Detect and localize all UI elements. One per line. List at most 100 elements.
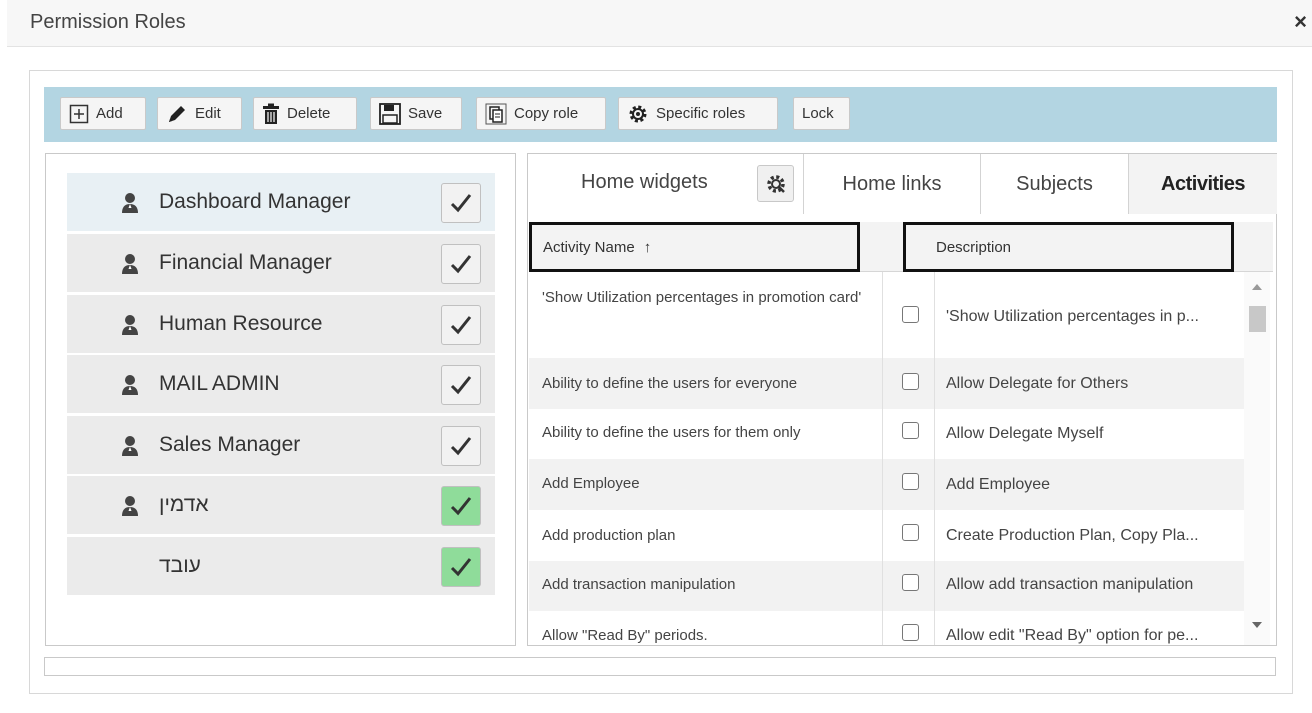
role-name: Financial Manager: [159, 251, 332, 274]
activities-grid: Activity Name ↑ Description 'Show Utiliz…: [529, 222, 1273, 645]
activity-checkbox[interactable]: [902, 574, 919, 591]
user-icon: [122, 315, 138, 335]
role-name: Dashboard Manager: [159, 190, 351, 213]
user-icon: [122, 375, 138, 395]
lock-button[interactable]: Lock: [793, 97, 850, 130]
user-icon: [122, 254, 138, 274]
role-item[interactable]: אדמין: [67, 476, 495, 534]
toolbar: Add Edit Delete Save Copy role Specific …: [44, 87, 1277, 142]
checkmark-icon: [450, 497, 472, 516]
tab-home-links[interactable]: Home links: [804, 154, 981, 214]
role-item[interactable]: Dashboard Manager: [67, 173, 495, 231]
role-checkbox[interactable]: [441, 547, 481, 587]
edit-button[interactable]: Edit: [157, 97, 242, 130]
table-row[interactable]: Ability to define the users for them onl…: [529, 409, 1244, 459]
copy-icon: [485, 103, 507, 124]
table-row[interactable]: Add production plan Create Production Pl…: [529, 510, 1244, 561]
table-row[interactable]: Ability to define the users for everyone…: [529, 358, 1244, 409]
role-item[interactable]: Financial Manager: [67, 234, 495, 292]
user-icon: [122, 193, 138, 213]
grid-header: Activity Name ↑ Description: [529, 222, 1273, 272]
role-item[interactable]: עובד: [67, 537, 495, 595]
checkmark-icon: [450, 558, 472, 577]
checkmark-icon: [450, 255, 472, 274]
description-cell: Allow Delegate for Others: [946, 375, 1129, 392]
table-row[interactable]: Add Employee Add Employee: [529, 459, 1244, 510]
copy-role-button-label: Copy role: [514, 105, 579, 122]
description-cell: Allow Delegate Myself: [946, 425, 1104, 442]
role-item[interactable]: Human Resource: [67, 295, 495, 353]
activity-name-cell: Ability to define the users for them onl…: [542, 424, 801, 441]
role-checkbox[interactable]: [441, 305, 481, 345]
role-checkbox[interactable]: [441, 244, 481, 284]
column-header-label: Description: [936, 238, 1012, 256]
activity-checkbox[interactable]: [902, 624, 919, 641]
activity-name-cell: Add Employee: [542, 475, 640, 492]
tab-home-widgets[interactable]: Home widgets: [528, 154, 804, 214]
description-cell: 'Show Utilization percentages in p...: [946, 308, 1199, 325]
dialog-title: Permission Roles: [30, 11, 186, 33]
specific-roles-button-label: Specific roles: [656, 105, 746, 122]
gear-icon: [629, 105, 647, 122]
dialog-titlebar: Permission Roles ×: [7, 0, 1312, 47]
checkmark-icon: [450, 376, 472, 395]
activity-name-cell: 'Show Utilization percentages in promoti…: [542, 289, 862, 306]
activity-name-cell: Ability to define the users for everyone: [542, 375, 798, 392]
table-row[interactable]: Add transaction manipulation Allow add t…: [529, 561, 1244, 611]
activity-checkbox[interactable]: [902, 306, 919, 323]
save-button-label: Save: [408, 105, 443, 122]
activity-name-cell: Add production plan: [542, 527, 676, 544]
tab-activities-label: Activities: [1161, 172, 1245, 195]
grid-scrollbar[interactable]: [1244, 272, 1270, 645]
tab-home-links-label: Home links: [842, 172, 942, 195]
column-divider: [934, 272, 935, 645]
role-checkbox[interactable]: [441, 365, 481, 405]
delete-button[interactable]: Delete: [253, 97, 357, 130]
tab-subjects[interactable]: Subjects: [981, 154, 1129, 214]
table-row[interactable]: 'Show Utilization percentages in promoti…: [529, 272, 1244, 358]
column-header-description[interactable]: Description: [903, 222, 1234, 272]
lock-button-label: Lock: [802, 105, 834, 122]
widgets-settings-button[interactable]: [757, 165, 794, 202]
close-button[interactable]: ×: [1294, 9, 1307, 35]
delete-button-label: Delete: [287, 105, 331, 122]
scroll-up-icon[interactable]: [1252, 284, 1262, 290]
user-icon: [122, 496, 138, 516]
role-list: Dashboard Manager Financial Manager Huma…: [45, 153, 516, 646]
add-button-label: Add: [96, 105, 123, 122]
scroll-down-icon[interactable]: [1252, 622, 1262, 628]
specific-roles-button[interactable]: Specific roles: [618, 97, 778, 130]
role-item[interactable]: Sales Manager: [67, 416, 495, 474]
role-checkbox[interactable]: [441, 486, 481, 526]
role-name: MAIL ADMIN: [159, 372, 280, 395]
role-item[interactable]: MAIL ADMIN: [67, 355, 495, 413]
activity-name-cell: Allow "Read By" periods.: [542, 627, 708, 644]
checkmark-icon: [450, 316, 472, 335]
tab-home-widgets-label: Home widgets: [581, 171, 708, 193]
floppy-disk-icon: [379, 102, 401, 125]
status-bar: [44, 657, 1276, 676]
column-header-activity-name[interactable]: Activity Name ↑: [529, 222, 860, 272]
role-checkbox[interactable]: [441, 183, 481, 223]
role-name: אדמין: [159, 493, 209, 516]
save-button[interactable]: Save: [370, 97, 462, 130]
activity-checkbox[interactable]: [902, 373, 919, 390]
role-name: Human Resource: [159, 312, 323, 335]
tab-activities[interactable]: Activities: [1129, 154, 1277, 214]
activity-checkbox[interactable]: [902, 422, 919, 439]
tab-subjects-label: Subjects: [1016, 172, 1093, 195]
activity-checkbox[interactable]: [902, 473, 919, 490]
description-cell: Allow add transaction manipulation: [946, 576, 1194, 593]
role-name: עובד: [159, 554, 201, 577]
user-icon: [122, 436, 138, 456]
column-header-label: Activity Name: [543, 238, 635, 256]
activity-name-cell: Add transaction manipulation: [542, 576, 736, 593]
role-checkbox[interactable]: [441, 426, 481, 466]
activity-checkbox[interactable]: [902, 524, 919, 541]
add-button[interactable]: Add: [60, 97, 146, 130]
pencil-icon: [169, 105, 185, 122]
table-row[interactable]: Allow "Read By" periods. Allow edit "Rea…: [529, 611, 1244, 645]
copy-role-button[interactable]: Copy role: [476, 97, 606, 130]
checkmark-icon: [450, 437, 472, 456]
scrollbar-thumb[interactable]: [1249, 306, 1266, 332]
